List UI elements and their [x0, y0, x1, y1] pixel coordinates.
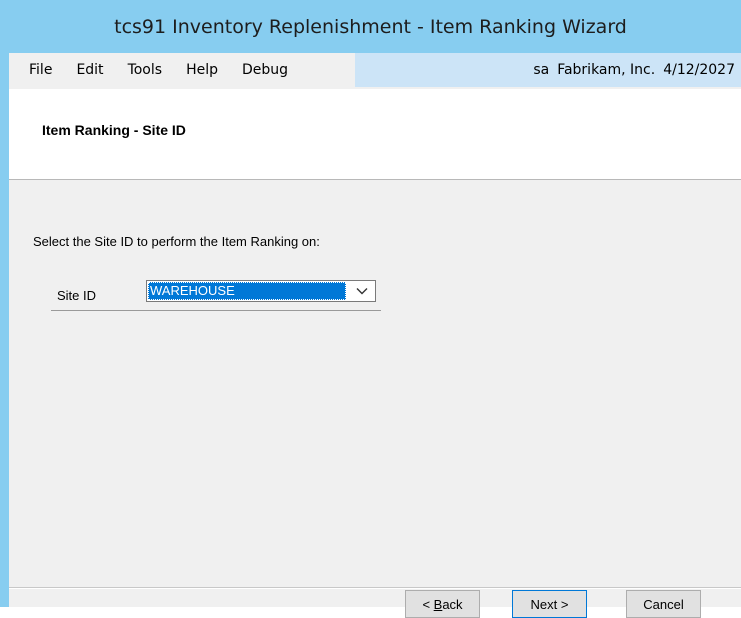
back-label: ack [442, 596, 463, 612]
site-id-value: WAREHOUSE [148, 282, 346, 300]
page-title: Item Ranking - Site ID [42, 122, 186, 138]
menu-edit[interactable]: Edit [64, 62, 115, 78]
window-title: tcs91 Inventory Replenishment - Item Ran… [114, 15, 627, 38]
wizard-body: Item Ranking - Site ID Select the Site I… [9, 87, 741, 618]
wizard-header: Item Ranking - Site ID [9, 89, 741, 180]
menu-bar: File Edit Tools Help Debug sa Fabrikam, … [9, 53, 741, 87]
site-id-dropdown[interactable]: WAREHOUSE [146, 280, 376, 302]
user-name: sa [533, 62, 550, 78]
chevron-down-icon[interactable] [353, 282, 371, 300]
user-date: 4/12/2027 [663, 62, 735, 78]
title-bar[interactable]: tcs91 Inventory Replenishment - Item Ran… [0, 0, 741, 53]
site-id-row: Site ID WAREHOUSE [51, 280, 381, 311]
instructions-text: Select the Site ID to perform the Item R… [33, 234, 320, 249]
cancel-button[interactable]: Cancel [626, 590, 701, 618]
back-accelerator: B [433, 596, 443, 612]
company-name: Fabrikam, Inc. [557, 62, 656, 78]
menu-debug[interactable]: Debug [230, 62, 300, 78]
next-label: Next > [530, 596, 569, 612]
menu-file[interactable]: File [9, 62, 64, 78]
footer-divider [9, 587, 741, 589]
app-window: tcs91 Inventory Replenishment - Item Ran… [0, 0, 741, 618]
menu-help[interactable]: Help [174, 62, 230, 78]
cancel-label: Cancel [643, 596, 684, 612]
status-info: sa Fabrikam, Inc. 4/12/2027 [355, 53, 741, 87]
back-prefix: < [422, 596, 434, 612]
next-button[interactable]: Next > [512, 590, 587, 618]
menu-tools[interactable]: Tools [116, 62, 175, 78]
back-button[interactable]: < Back [405, 590, 480, 618]
site-id-label: Site ID [57, 288, 97, 303]
menu-items: File Edit Tools Help Debug [9, 53, 300, 87]
